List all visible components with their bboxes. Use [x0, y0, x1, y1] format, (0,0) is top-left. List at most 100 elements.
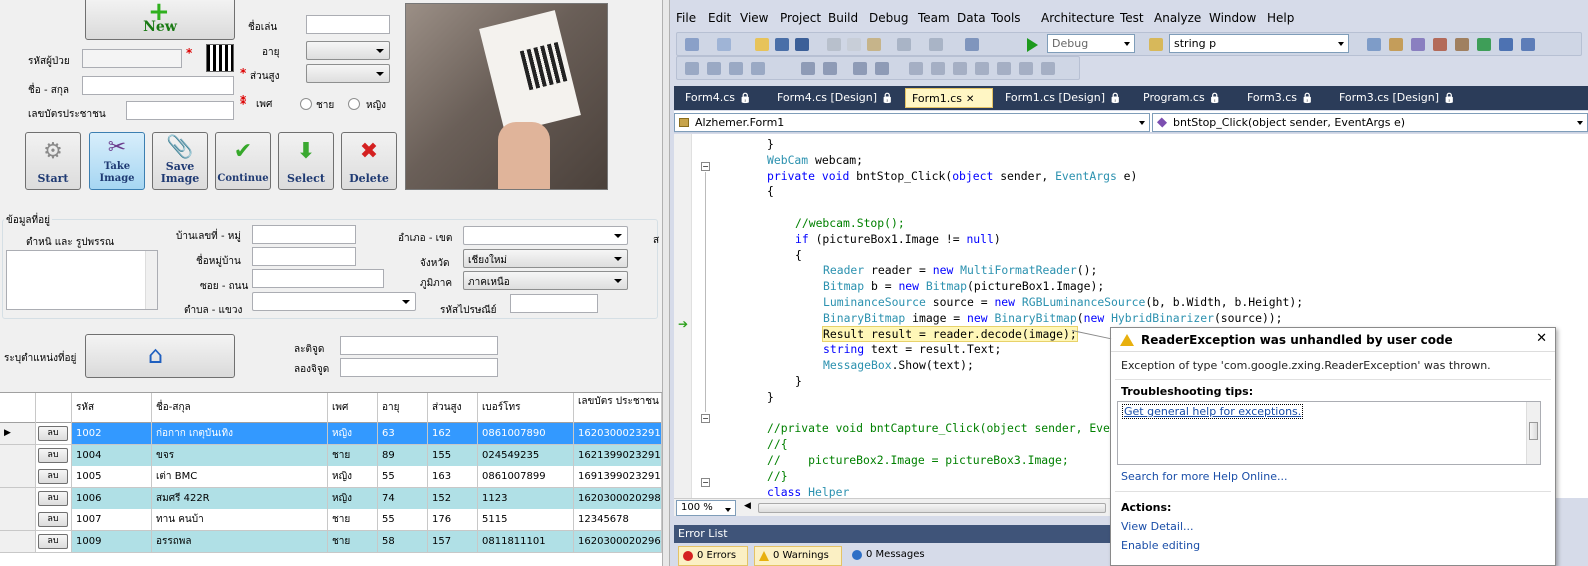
- redo-icon[interactable]: [929, 38, 943, 51]
- save-all-icon[interactable]: [795, 38, 809, 51]
- subdistrict-select[interactable]: [252, 292, 416, 311]
- uncomment-icon[interactable]: [875, 62, 889, 75]
- delete-row-button[interactable]: ลบ: [38, 534, 68, 549]
- table-cell[interactable]: 89: [378, 444, 428, 466]
- row-header[interactable]: [0, 444, 36, 466]
- code-line[interactable]: {: [767, 183, 774, 199]
- table-cell[interactable]: เต่า BMC: [152, 466, 328, 488]
- column-header[interactable]: รหัส: [72, 393, 152, 423]
- code-line[interactable]: BinaryBitmap image = new BinaryBitmap(ne…: [823, 310, 1283, 326]
- window-icon[interactable]: [1499, 38, 1513, 51]
- village-field[interactable]: [252, 247, 356, 266]
- region-select[interactable]: ภาคเหนือ: [463, 271, 628, 290]
- add-item-icon[interactable]: [717, 38, 731, 51]
- road-field[interactable]: [252, 269, 384, 288]
- column-header[interactable]: เลขบัตร ประชาชน: [574, 393, 662, 423]
- code-line[interactable]: if (pictureBox1.Image != null): [795, 231, 1001, 247]
- properties-icon[interactable]: [1389, 38, 1403, 51]
- row-header[interactable]: ▶: [0, 423, 36, 444]
- quick-info-icon[interactable]: [729, 62, 743, 75]
- column-header[interactable]: ชื่อ-สกุล: [152, 393, 328, 423]
- table-cell[interactable]: 1009: [72, 531, 152, 552]
- patient-grid[interactable]: รหัส ชื่อ-สกุล เพศ อายุ ส่วนสูง เบอร์โทร…: [0, 392, 662, 566]
- solution-config-select[interactable]: Debug: [1047, 34, 1135, 53]
- table-cell[interactable]: 152: [428, 487, 478, 509]
- object-browser-icon[interactable]: [1411, 38, 1425, 51]
- code-line[interactable]: Reader reader = new MultiFormatReader();: [823, 262, 1097, 278]
- messages-filter-button[interactable]: 0 Messages: [848, 546, 940, 566]
- prev-bookmark-folder-icon[interactable]: [975, 62, 989, 75]
- table-cell[interactable]: 163: [428, 466, 478, 488]
- table-cell[interactable]: ชาย: [328, 509, 378, 531]
- continue-button[interactable]: ✔ Continue: [215, 132, 271, 190]
- tab-program-cs[interactable]: Program.cs 🔒: [1137, 88, 1227, 108]
- close-tab-icon[interactable]: ✕: [966, 94, 974, 105]
- table-cell[interactable]: 55: [378, 466, 428, 488]
- new-button[interactable]: + New: [85, 0, 235, 40]
- table-cell[interactable]: 1691399023291: [574, 466, 662, 488]
- code-line[interactable]: }: [795, 373, 802, 389]
- cut-icon[interactable]: [827, 38, 841, 51]
- code-line[interactable]: Result result = reader.decode(image);: [822, 325, 1078, 342]
- longitude-field[interactable]: [340, 358, 498, 377]
- code-line[interactable]: WebCam webcam;: [767, 152, 863, 168]
- copy-icon[interactable]: [847, 38, 861, 51]
- delete-button[interactable]: ✖ Delete: [341, 132, 397, 190]
- table-cell[interactable]: สมศรี 422R: [152, 487, 328, 509]
- warnings-filter-button[interactable]: 0 Warnings: [754, 546, 842, 566]
- menu-team[interactable]: Team: [918, 11, 950, 25]
- location-button[interactable]: ⌂: [85, 334, 235, 378]
- tab-form3-cs[interactable]: Form3.cs 🔒: [1241, 88, 1319, 108]
- gender-male-radio[interactable]: [300, 98, 312, 110]
- bookmark-window-icon[interactable]: [1041, 62, 1055, 75]
- scrollbar[interactable]: [145, 251, 157, 309]
- code-line[interactable]: LuminanceSource source = new RGBLuminanc…: [823, 294, 1303, 310]
- code-line[interactable]: //}: [767, 468, 788, 484]
- menu-file[interactable]: File: [676, 11, 696, 25]
- table-cell[interactable]: 63: [378, 423, 428, 444]
- code-line[interactable]: }: [767, 389, 774, 405]
- table-cell[interactable]: ก่อกาก เกตุบันเทิง: [152, 423, 328, 444]
- window-splitter[interactable]: [662, 0, 670, 566]
- table-row[interactable]: ลบ 1007 ทาน คนบ้า ชาย 55 176 5115 12345678: [0, 509, 662, 532]
- save-icon[interactable]: [775, 38, 789, 51]
- row-header[interactable]: [0, 531, 36, 552]
- clear-bookmarks-icon[interactable]: [1019, 62, 1033, 75]
- start-debugging-icon[interactable]: [1027, 38, 1038, 52]
- table-cell[interactable]: 0811811101: [478, 531, 574, 552]
- menu-tools[interactable]: Tools: [991, 11, 1021, 25]
- row-header[interactable]: [0, 487, 36, 509]
- bookmark-icon[interactable]: [909, 62, 923, 75]
- delete-row-button[interactable]: ลบ: [38, 426, 68, 441]
- type-dropdown[interactable]: Alzhemer.Form1: [674, 113, 1150, 132]
- code-line[interactable]: private void bntStop_Click(object sender…: [767, 168, 1137, 184]
- next-bookmark-icon[interactable]: [953, 62, 967, 75]
- take-image-button[interactable]: ✂ Take Image: [89, 132, 145, 190]
- table-cell[interactable]: หญิง: [328, 423, 378, 444]
- menu-project[interactable]: Project: [780, 11, 821, 25]
- table-cell[interactable]: 157: [428, 531, 478, 552]
- outdent-icon[interactable]: [801, 62, 815, 75]
- table-cell[interactable]: 74: [378, 487, 428, 509]
- delete-row-button[interactable]: ลบ: [38, 469, 68, 485]
- tab-form4-cs-design[interactable]: Form4.cs [Design] 🔒: [771, 88, 901, 108]
- table-cell[interactable]: 12345678: [574, 509, 662, 531]
- table-cell[interactable]: 0861007899: [478, 466, 574, 488]
- new-project-icon[interactable]: [685, 38, 699, 51]
- complete-word-icon[interactable]: [751, 62, 765, 75]
- table-cell[interactable]: 024549235: [478, 444, 574, 466]
- next-bookmark-folder-icon[interactable]: [997, 62, 1011, 75]
- gender-female-radio[interactable]: [348, 98, 360, 110]
- paste-icon[interactable]: [867, 38, 881, 51]
- menu-test[interactable]: Test: [1120, 11, 1144, 25]
- table-row[interactable]: ลบ 1006 สมศรี 422R หญิง 74 152 1123 16203000202…: [0, 487, 662, 510]
- table-row[interactable]: ลบ 1004 ขจร ชาย 89 155 024549235 1621399023291: [0, 444, 662, 467]
- tools-icon[interactable]: [1455, 38, 1469, 51]
- tab-form3-cs-design[interactable]: Form3.cs [Design] 🔒: [1333, 88, 1463, 108]
- table-cell[interactable]: หญิง: [328, 487, 378, 509]
- menu-build[interactable]: Build: [828, 11, 858, 25]
- navigate-icon[interactable]: [965, 38, 979, 51]
- tab-form1-cs[interactable]: Form1.cs ✕: [905, 88, 993, 108]
- table-cell[interactable]: ขจร: [152, 444, 328, 466]
- height-select[interactable]: [306, 64, 390, 83]
